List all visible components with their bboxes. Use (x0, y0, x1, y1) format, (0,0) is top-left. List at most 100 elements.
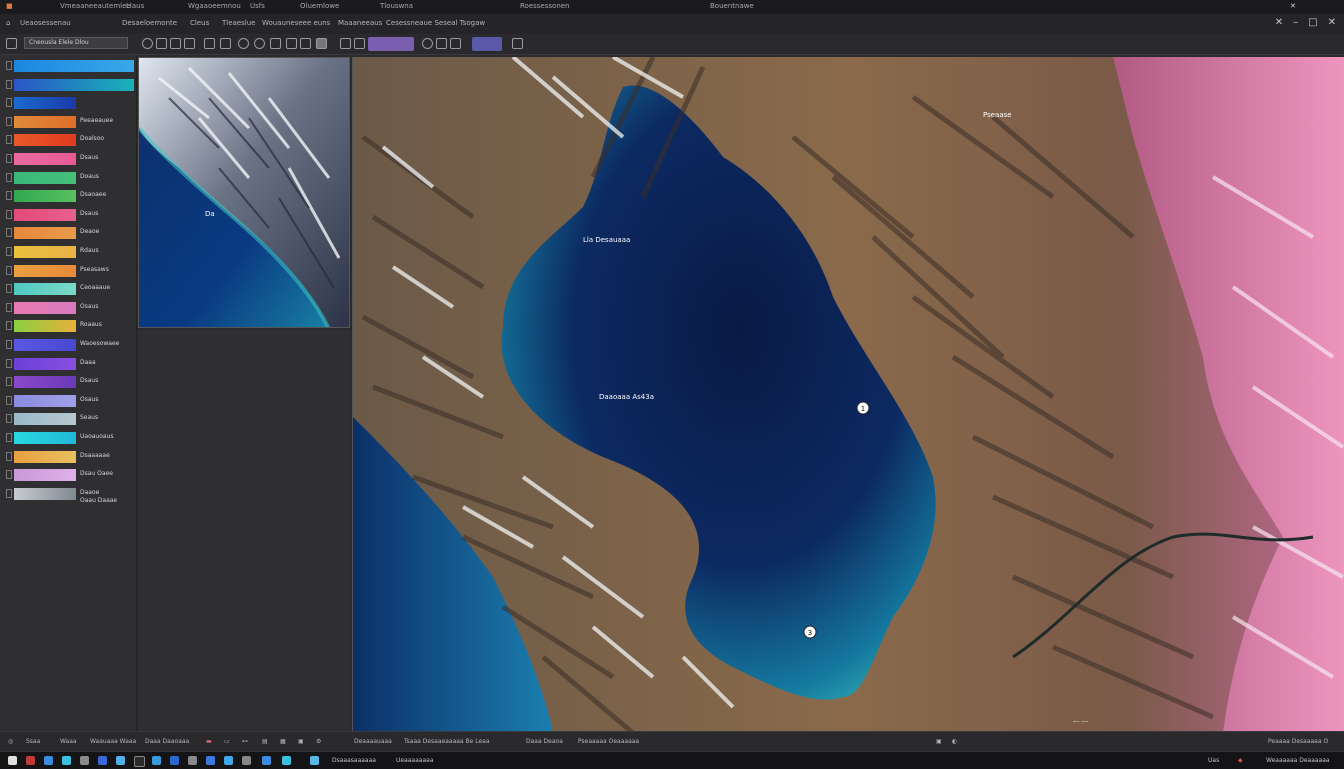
layer-row[interactable]: Pseasaws (0, 262, 136, 280)
screenshot-icon[interactable] (316, 38, 327, 49)
taskbar-app-8-icon[interactable] (152, 756, 161, 765)
layer-row[interactable]: Dsau Oaee (0, 466, 136, 484)
tray-alert-icon[interactable]: ◆ (1238, 757, 1243, 764)
main-map-view[interactable]: Pseaase Lla Desauaaa Daaoaaa As43a 1 3 -… (352, 57, 1344, 733)
layer-visibility-checkbox[interactable] (6, 172, 12, 182)
status-sync-icon[interactable]: ◐ (952, 738, 957, 745)
layer-color-swatch[interactable] (14, 134, 76, 147)
layer-row[interactable]: Deaoe (0, 224, 136, 242)
window-close-icon[interactable]: ✕ (1275, 18, 1283, 28)
layer-visibility-checkbox[interactable] (6, 470, 12, 480)
select-icon[interactable] (170, 38, 181, 49)
layer-search-input[interactable]: Cneousla Elele Dlou (24, 37, 128, 49)
layer-row[interactable]: Roaaus (0, 317, 136, 335)
main-map-canvas[interactable]: Pseaase Lla Desauaaa Daaoaaa As43a 1 3 -… (353, 57, 1344, 733)
layer-row[interactable] (0, 76, 136, 94)
layer-row[interactable]: Dsaus (0, 206, 136, 224)
taskbar-app-14-icon[interactable] (262, 756, 271, 765)
layer-row[interactable]: Dsaoaee (0, 187, 136, 205)
menu-item-1[interactable]: Ueaosessenau (20, 19, 71, 27)
layer-row[interactable]: Doalsoo (0, 131, 136, 149)
start-icon[interactable] (8, 756, 17, 765)
layer-row[interactable]: Daaa (0, 355, 136, 373)
grid-icon[interactable] (270, 38, 281, 49)
layer-row[interactable]: Uaoauoaus (0, 429, 136, 447)
layer-row[interactable] (0, 57, 136, 75)
layer-color-swatch[interactable] (14, 432, 76, 444)
layer-row[interactable]: Doaus (0, 169, 136, 187)
map-marker-1[interactable]: 1 (856, 401, 870, 415)
close-icon[interactable]: ✕ (1290, 2, 1296, 10)
title-item-8[interactable]: Bouentnawe (710, 2, 754, 10)
layer-row[interactable]: Osaus (0, 299, 136, 317)
layer-color-swatch[interactable] (14, 357, 76, 370)
layer-visibility-checkbox[interactable] (6, 321, 12, 331)
layer-color-swatch[interactable] (14, 60, 134, 72)
layer-color-swatch[interactable] (14, 320, 76, 333)
layer-color-swatch[interactable] (14, 413, 76, 426)
taskbar-app-3-icon[interactable] (62, 756, 71, 765)
taskbar-app-10-icon[interactable] (188, 756, 197, 765)
menu-item-6[interactable]: Maaaneeaus (338, 19, 382, 27)
layer-color-swatch[interactable] (14, 97, 76, 110)
layer-row[interactable]: Osaus (0, 392, 136, 410)
layer-visibility-checkbox[interactable] (6, 191, 12, 201)
layer-visibility-checkbox[interactable] (6, 135, 12, 145)
status-view-icon[interactable]: ▭ (224, 738, 230, 745)
layer-visibility-checkbox[interactable] (6, 154, 12, 163)
layer-color-swatch[interactable] (14, 339, 76, 351)
taskbar-app-16-icon[interactable] (310, 756, 319, 765)
layer-visibility-checkbox[interactable] (6, 488, 12, 498)
taskbar-app-7-icon[interactable] (134, 756, 145, 767)
status-left-2[interactable]: Waaa (60, 738, 77, 745)
layer-color-swatch[interactable] (14, 264, 76, 277)
layer-row[interactable]: Daaoe Oaau Daaae (0, 485, 136, 504)
taskbar-app-4-icon[interactable] (80, 756, 89, 765)
layer-row[interactable]: Rdaus (0, 243, 136, 261)
layer-color-swatch[interactable] (14, 376, 76, 389)
taskbar-app-13-icon[interactable] (242, 756, 251, 765)
rotate-icon[interactable] (238, 38, 249, 49)
title-item-3[interactable]: Wgaaoeemnou (188, 2, 241, 10)
title-item-1[interactable]: Vmeaaneeautemlee (60, 2, 131, 10)
layer-color-swatch[interactable] (14, 394, 76, 407)
layer-color-swatch[interactable] (14, 246, 76, 258)
layer-visibility-checkbox[interactable] (6, 451, 12, 461)
bookmark-icon[interactable] (300, 38, 311, 49)
status-left-1[interactable]: Ssaa (26, 738, 40, 745)
layer-visibility-checkbox[interactable] (6, 414, 12, 424)
layer-color-swatch[interactable] (14, 78, 134, 91)
layer-visibility-checkbox[interactable] (6, 116, 12, 126)
settings-icon[interactable] (340, 38, 351, 49)
taskbar-app-15-icon[interactable] (282, 756, 291, 765)
title-item-7[interactable]: Roessessonen (520, 2, 570, 10)
taskbar-app-2-icon[interactable] (44, 756, 53, 765)
layer-row[interactable]: Dsaaaaae (0, 448, 136, 466)
layer-visibility-checkbox[interactable] (6, 247, 12, 256)
menu-item-7[interactable]: Cesessneaue Seseal Tsogaw (386, 19, 485, 27)
tray-item-2[interactable]: Weaaaaaa Deaaaaaa (1266, 757, 1330, 764)
layer-row[interactable]: Dsaus (0, 150, 136, 168)
panel-toggle-icon[interactable] (6, 38, 17, 49)
title-item-5[interactable]: Oluemlowe (300, 2, 339, 10)
layer-color-swatch[interactable] (14, 450, 76, 463)
layer-row[interactable]: Peeaeauee (0, 113, 136, 131)
taskbar-app-6-icon[interactable] (116, 756, 125, 765)
taskbar-item-2[interactable]: Ueaaaaaaaa (396, 757, 434, 764)
frame-icon[interactable] (204, 38, 215, 49)
layer-row[interactable]: Seaus (0, 410, 136, 428)
layer-visibility-checkbox[interactable] (6, 433, 12, 442)
globe-icon[interactable] (254, 38, 265, 49)
status-grid-icon[interactable]: ▦ (280, 738, 286, 745)
map-marker-3[interactable]: 3 (803, 625, 817, 639)
layer-color-swatch[interactable] (14, 227, 76, 240)
status-link-icon[interactable]: ⊷ (242, 738, 248, 745)
layer-row[interactable]: Waoesowaee (0, 336, 136, 354)
overview-map-canvas[interactable]: Da (139, 58, 350, 328)
window-minimize-icon[interactable]: – (1293, 18, 1298, 28)
overview-map[interactable]: Da (138, 57, 350, 328)
taskbar-app-9-icon[interactable] (170, 756, 179, 765)
window-close-icon-2[interactable]: ✕ (1328, 18, 1336, 28)
layer-row[interactable]: Dsaus (0, 373, 136, 391)
layer-color-swatch[interactable] (14, 208, 76, 221)
